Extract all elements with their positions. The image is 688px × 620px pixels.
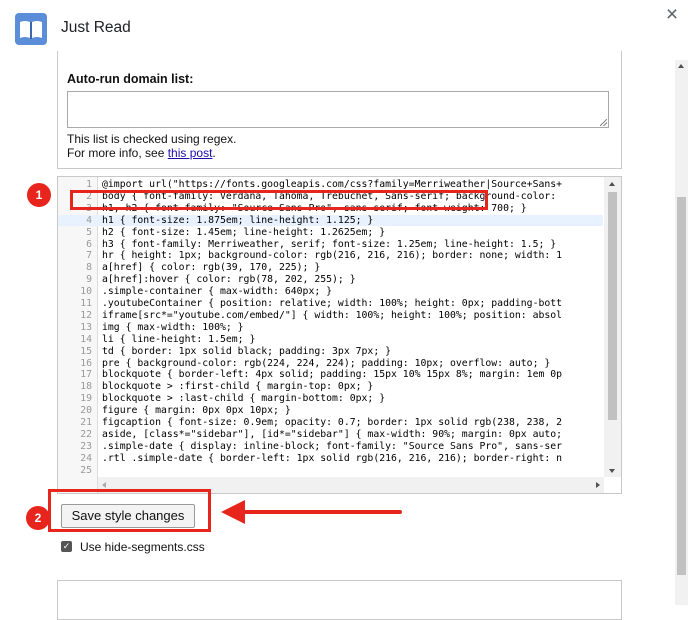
page-scrollbar[interactable] [675,60,688,605]
code-line[interactable]: 12 iframe[src*="youtube.com/embed/"] { wi… [58,310,603,321]
code-text[interactable]: h3 { font-family: Merriweather, serif; f… [102,239,556,250]
editor-vertical-scrollbar[interactable] [604,177,621,477]
css-code-editor[interactable]: 1 @import url("https://fonts.googleapis.c… [57,176,622,494]
code-text[interactable]: h2 { font-size: 1.45em; line-height: 1.2… [102,227,385,238]
code-line[interactable]: 21 figcaption { font-size: 0.9em; opacity… [58,417,603,428]
code-text[interactable]: a[href] { color: rgb(39, 170, 225); } [102,262,320,273]
domain-list-textarea[interactable] [67,91,609,128]
code-text[interactable]: .rtl .simple-date { border-left: 1px sol… [102,453,562,464]
code-text[interactable]: .simple-date { display: inline-block; fo… [102,441,562,452]
code-line[interactable]: 1 @import url("https://fonts.googleapis.c… [58,179,603,190]
code-line[interactable]: 14 li { line-height: 1.5em; } [58,334,603,345]
step-badge-1: 1 [27,183,51,207]
line-number: 7 [86,250,92,262]
code-line[interactable]: 8 a[href] { color: rgb(39, 170, 225); } [58,262,603,273]
code-text[interactable]: blockquote { border-left: 4px solid; pad… [102,369,562,380]
code-text[interactable]: h1 { font-size: 1.875em; line-height: 1.… [102,215,373,226]
code-line[interactable]: 16 pre { background-color: rgb(224, 224, … [58,358,603,369]
line-number: 6 [86,238,92,250]
line-number: 16 [80,357,92,369]
line-number: 24 [80,452,92,464]
code-text[interactable]: aside, [class*="sidebar"], [id*="sidebar… [102,429,562,440]
more-info-prefix: For more info, see [67,146,168,160]
code-text[interactable]: blockquote > :first-child { margin-top: … [102,381,373,392]
code-text[interactable]: td { border: 1px solid black; padding: 3… [102,346,391,357]
code-line[interactable]: 22 aside, [class*="sidebar"], [id*="sideb… [58,429,603,440]
this-post-link[interactable]: this post [168,146,213,160]
code-text[interactable]: hr { height: 1px; background-color: rgb(… [102,250,562,261]
red-arrow-icon [221,500,402,524]
more-info-note: For more info, see this post. [67,146,216,160]
code-line[interactable]: 19 blockquote > :last-child { margin-bott… [58,393,603,404]
line-number: 19 [80,393,92,405]
code-text[interactable]: iframe[src*="youtube.com/embed/"] { widt… [102,310,562,321]
scrollbar-thumb[interactable] [677,197,686,575]
code-text[interactable]: figure { margin: 0px 0px 10px; } [102,405,291,416]
line-number: 21 [80,417,92,428]
code-line[interactable]: 9 a[href]:hover { color: rgb(78, 202, 255… [58,274,603,285]
open-book-icon [14,12,48,46]
line-number: 18 [80,381,92,393]
code-text[interactable]: .youtubeContainer { position: relative; … [102,298,562,309]
code-line[interactable]: 17 blockquote { border-left: 4px solid; p… [58,369,603,380]
line-number: 8 [86,262,92,274]
line-number: 15 [80,345,92,357]
scroll-down-icon[interactable] [609,469,615,473]
scroll-left-icon[interactable] [102,482,106,488]
code-text[interactable]: @import url("https://fonts.googleapis.co… [102,179,562,190]
code-line[interactable]: 10 .simple-container { max-width: 640px; … [58,286,603,297]
domain-list-label: Auto-run domain list: [67,72,194,86]
line-number: 10 [80,286,92,298]
code-text[interactable]: a[href]:hover { color: rgb(78, 202, 255)… [102,274,356,285]
code-line[interactable]: 7 hr { height: 1px; background-color: rgb… [58,250,603,261]
line-number: 1 [86,179,92,190]
code-text[interactable]: pre { background-color: rgb(224, 224, 22… [102,358,550,369]
code-line[interactable]: 20 figure { margin: 0px 0px 10px; } [58,405,603,416]
code-line[interactable]: 13 img { max-width: 100%; } [58,322,603,333]
close-icon[interactable]: × [660,3,684,27]
code-line[interactable]: 25 [58,465,603,476]
line-number: 12 [80,309,92,321]
scroll-right-icon[interactable] [596,482,600,488]
line-number: 14 [80,333,92,345]
line-number: 20 [80,405,92,417]
code-line[interactable]: 4 h1 { font-size: 1.875em; line-height: 1… [58,214,603,226]
code-text[interactable]: li { line-height: 1.5em; } [102,334,255,345]
scroll-up-icon[interactable] [609,182,615,186]
next-panel [57,580,622,620]
hide-segments-checkbox[interactable]: ✓ [61,541,72,552]
code-line[interactable]: 24 .rtl .simple-date { border-left: 1px s… [58,453,603,464]
code-text[interactable]: figcaption { font-size: 0.9em; opacity: … [102,417,562,428]
code-line[interactable]: 15 td { border: 1px solid black; padding:… [58,346,603,357]
step-badge-2: 2 [26,506,50,530]
line-number: 22 [80,428,92,440]
line-number: 4 [86,214,92,226]
app-title: Just Read [61,19,131,36]
scroll-up-icon[interactable] [678,64,684,68]
line-number: 5 [86,226,92,238]
line-number: 23 [80,440,92,452]
editor-scrollbar-thumb[interactable] [608,192,617,420]
code-line[interactable]: 5 h2 { font-size: 1.45em; line-height: 1.… [58,227,603,238]
line-number: 25 [80,464,92,476]
code-line[interactable]: 18 blockquote > :first-child { margin-top… [58,381,603,392]
code-line[interactable]: 11 .youtubeContainer { position: relative… [58,298,603,309]
line-number: 13 [80,321,92,333]
line-number: 17 [80,369,92,381]
line-number: 11 [80,298,92,309]
resize-grip-icon[interactable] [600,119,607,126]
regex-note: This list is checked using regex. [67,132,237,146]
save-style-changes-button[interactable]: Save style changes [61,504,195,528]
code-line[interactable]: 23 .simple-date { display: inline-block; … [58,441,603,452]
code-line[interactable]: 6 h3 { font-family: Merriweather, serif; … [58,239,603,250]
highlight-box-line2 [70,190,488,210]
hide-segments-label: Use hide-segments.css [80,540,205,554]
code-text[interactable]: img { max-width: 100%; } [102,322,244,333]
code-text[interactable]: .simple-container { max-width: 640px; } [102,286,332,297]
more-info-suffix: . [212,146,216,160]
code-text[interactable]: blockquote > :last-child { margin-bottom… [102,393,385,404]
line-number: 9 [86,274,92,286]
